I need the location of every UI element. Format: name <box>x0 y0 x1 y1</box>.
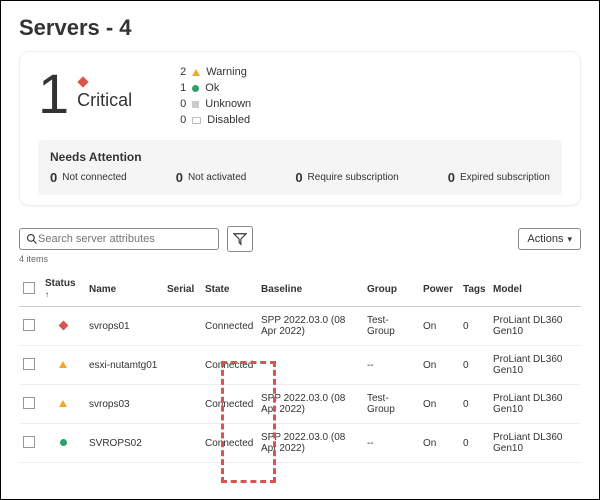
col-model[interactable]: Model <box>489 272 581 307</box>
cell-power: On <box>419 346 459 385</box>
actions-button[interactable]: Actions ▾ <box>518 228 581 250</box>
col-tags[interactable]: Tags <box>459 272 489 307</box>
ok-icon <box>60 439 67 446</box>
col-baseline[interactable]: Baseline <box>257 272 363 307</box>
col-group[interactable]: Group <box>363 272 419 307</box>
cell-name: svrops03 <box>85 385 163 424</box>
critical-count: 1 <box>38 66 69 122</box>
row-checkbox[interactable] <box>23 358 35 370</box>
cell-serial <box>163 307 201 346</box>
search-input-wrap[interactable] <box>19 228 219 250</box>
row-checkbox[interactable] <box>23 397 35 409</box>
row-checkbox[interactable] <box>23 436 35 448</box>
status-ok[interactable]: 1Ok <box>180 82 251 94</box>
table-row[interactable]: SVROPS02 ConnectedSPP 2022.03.0 (08 Apr 2… <box>19 424 581 463</box>
select-all-checkbox[interactable] <box>23 282 35 294</box>
needs-attention: Needs Attention 0Not connected 0Not acti… <box>38 140 562 195</box>
row-checkbox[interactable] <box>23 319 35 331</box>
table-row[interactable]: esxi-nutamtg01 Connected --On0ProLiant DL3… <box>19 346 581 385</box>
cell-baseline: SPP 2022.03.0 (08 Apr 2022) <box>257 424 363 463</box>
cell-name: svrops01 <box>85 307 163 346</box>
cell-model: ProLiant DL360 Gen10 <box>489 385 581 424</box>
status-list: 2Warning 1Ok 0Unknown 0Disabled <box>180 66 251 126</box>
cell-state: Connected <box>201 385 257 424</box>
col-state[interactable]: State <box>201 272 257 307</box>
cell-name: esxi-nutamtg01 <box>85 346 163 385</box>
needs-not-activated[interactable]: 0Not activated <box>176 170 247 185</box>
filter-button[interactable] <box>227 226 253 252</box>
needs-require-subscription[interactable]: 0Require subscription <box>295 170 398 185</box>
cell-tags: 0 <box>459 424 489 463</box>
cell-name: SVROPS02 <box>85 424 163 463</box>
diamond-icon <box>58 320 68 330</box>
filter-icon <box>233 232 247 246</box>
table-header-row: Status ↑ Name Serial State Baseline Grou… <box>19 272 581 307</box>
cell-group: -- <box>363 346 419 385</box>
cell-model: ProLiant DL360 Gen10 <box>489 424 581 463</box>
chevron-down-icon: ▾ <box>567 234 572 245</box>
cell-group: Test-Group <box>363 385 419 424</box>
cell-power: On <box>419 307 459 346</box>
search-icon <box>26 233 38 245</box>
warning-icon <box>192 69 200 76</box>
critical-label: Critical <box>77 90 132 111</box>
cell-group: -- <box>363 424 419 463</box>
summary-card: 1 Critical 2Warning 1Ok 0Unknown 0Disabl… <box>19 51 581 206</box>
ok-icon <box>192 85 199 92</box>
critical-block[interactable]: 1 Critical <box>38 66 132 122</box>
table-row[interactable]: svrops01 ConnectedSPP 2022.03.0 (08 Apr 2… <box>19 307 581 346</box>
cell-state: Connected <box>201 307 257 346</box>
cell-serial <box>163 385 201 424</box>
cell-power: On <box>419 385 459 424</box>
status-unknown[interactable]: 0Unknown <box>180 98 251 110</box>
page-title: Servers - 4 <box>19 15 581 41</box>
cell-serial <box>163 346 201 385</box>
warning-icon <box>59 361 67 368</box>
diamond-icon <box>77 76 88 87</box>
cell-model: ProLiant DL360 Gen10 <box>489 346 581 385</box>
servers-table: Status ↑ Name Serial State Baseline Grou… <box>19 272 581 463</box>
col-status[interactable]: Status ↑ <box>41 272 85 307</box>
cell-tags: 0 <box>459 307 489 346</box>
search-input[interactable] <box>38 233 212 245</box>
cell-baseline: SPP 2022.03.0 (08 Apr 2022) <box>257 307 363 346</box>
cell-state: Connected <box>201 346 257 385</box>
unknown-icon <box>192 101 199 108</box>
col-name[interactable]: Name <box>85 272 163 307</box>
needs-heading: Needs Attention <box>50 150 550 164</box>
cell-baseline: SPP 2022.03.0 (08 Apr 2022) <box>257 385 363 424</box>
cell-tags: 0 <box>459 385 489 424</box>
col-power[interactable]: Power <box>419 272 459 307</box>
needs-not-connected[interactable]: 0Not connected <box>50 170 127 185</box>
col-serial[interactable]: Serial <box>163 272 201 307</box>
cell-serial <box>163 424 201 463</box>
items-count: 4 items <box>19 254 581 264</box>
cell-power: On <box>419 424 459 463</box>
cell-baseline <box>257 346 363 385</box>
sort-asc-icon: ↑ <box>45 290 49 299</box>
cell-tags: 0 <box>459 346 489 385</box>
disabled-icon <box>192 117 201 124</box>
cell-model: ProLiant DL360 Gen10 <box>489 307 581 346</box>
cell-group: Test-Group <box>363 307 419 346</box>
status-disabled[interactable]: 0Disabled <box>180 114 251 126</box>
warning-icon <box>59 400 67 407</box>
table-row[interactable]: svrops03 ConnectedSPP 2022.03.0 (08 Apr 2… <box>19 385 581 424</box>
status-warning[interactable]: 2Warning <box>180 66 251 78</box>
needs-expired-subscription[interactable]: 0Expired subscription <box>448 170 550 185</box>
cell-state: Connected <box>201 424 257 463</box>
